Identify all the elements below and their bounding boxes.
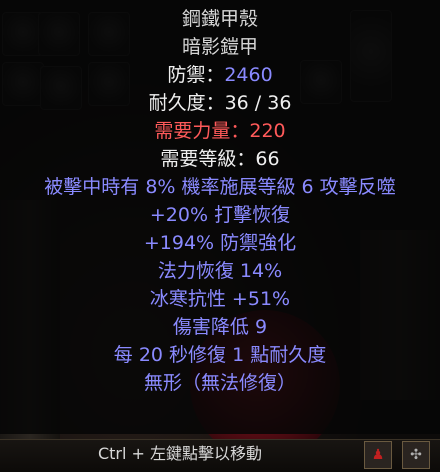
level-requirement: 需要等級：66 bbox=[160, 148, 280, 170]
mod-line: 被擊中時有 8% 機率施展等級 6 攻擊反噬 bbox=[44, 176, 396, 198]
strength-value: 220 bbox=[249, 120, 286, 142]
status-bar: Ctrl + 左鍵點擊以移動 ♟ ✣ bbox=[0, 439, 440, 472]
ethereal-line: 無形（無法修復） bbox=[143, 372, 296, 394]
item-base-type: 暗影鎧甲 bbox=[181, 36, 258, 58]
mod-line: 每 20 秒修復 1 點耐久度 bbox=[113, 344, 327, 366]
defense-line: 防禦：2460 bbox=[0, 62, 440, 88]
mod-line: 法力恢復 14% bbox=[157, 260, 283, 282]
mod-line: +20% 打擊恢復 bbox=[149, 204, 291, 226]
item-tooltip: 鋼鐵甲殼 暗影鎧甲 防禦：2460 耐久度：36 / 36 需要力量：220 需… bbox=[0, 0, 440, 434]
strength-requirement: 需要力量：220 bbox=[0, 118, 440, 144]
move-hint: Ctrl + 左鍵點擊以移動 bbox=[97, 444, 263, 463]
character-icon: ♟ bbox=[371, 447, 385, 463]
durability-line: 耐久度：36 / 36 bbox=[148, 92, 292, 114]
skills-icon: ✣ bbox=[410, 447, 422, 463]
mod-line: 冰寒抗性 +51% bbox=[149, 288, 291, 310]
mod-line: 傷害降低 9 bbox=[172, 316, 268, 338]
character-button[interactable]: ♟ bbox=[364, 441, 392, 469]
defense-label: 防禦： bbox=[167, 64, 225, 86]
defense-value: 2460 bbox=[224, 64, 273, 86]
skills-button[interactable]: ✣ bbox=[402, 441, 430, 469]
strength-label: 需要力量： bbox=[154, 120, 250, 142]
item-name: 鋼鐵甲殼 bbox=[181, 8, 258, 30]
mod-line: +194% 防禦強化 bbox=[143, 232, 297, 254]
